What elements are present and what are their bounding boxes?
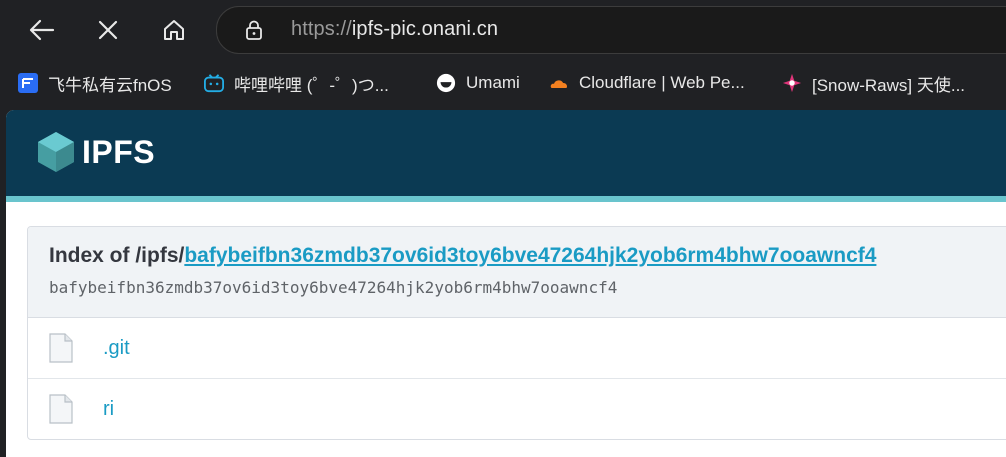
bookmark-label: [Snow-Raws] 天使... <box>812 75 966 95</box>
fnos-icon <box>18 73 38 93</box>
close-icon <box>98 20 118 40</box>
page-content: IPFS Index of /ipfs/bafybeifbn36zmdb37ov… <box>6 110 1006 457</box>
arrow-left-icon <box>29 19 55 41</box>
ipfs-header: IPFS <box>6 110 1006 196</box>
directory-listing: Index of /ipfs/bafybeifbn36zmdb37ov6id3t… <box>27 226 1006 440</box>
bookmark-snow-raws[interactable]: [Snow-Raws] 天使... <box>782 68 965 98</box>
header-accent-stripe <box>6 196 1006 202</box>
home-button[interactable] <box>154 10 194 50</box>
listing-header: Index of /ipfs/bafybeifbn36zmdb37ov6id3t… <box>28 227 1006 318</box>
cid-link[interactable]: bafybeifbn36zmdb37ov6id3toy6bve47264hjk2… <box>184 244 876 267</box>
bookmark-label: Cloudflare | Web Pe... <box>579 73 745 92</box>
ipfs-logo[interactable]: IPFS <box>36 130 155 174</box>
bookmark-label: 飞牛私有云fnOS <box>48 75 172 95</box>
list-item[interactable]: ri <box>28 379 1006 439</box>
file-icon <box>49 333 73 363</box>
browser-toolbar: https://ipfs-pic.onani.cn <box>0 0 1006 60</box>
home-icon <box>164 20 184 40</box>
bookmark-fnos[interactable]: 飞牛私有云fnOS <box>18 68 172 98</box>
list-item[interactable]: .git <box>28 318 1006 378</box>
bookmark-umami[interactable]: Umami <box>436 68 520 98</box>
file-icon <box>49 394 73 424</box>
address-bar[interactable]: https://ipfs-pic.onani.cn <box>216 6 1006 54</box>
umami-icon <box>436 73 456 93</box>
bookmarks-bar: 飞牛私有云fnOS 哔哩哔哩 (゜-゜)つ... Umami Cloudflar… <box>0 60 1006 106</box>
bookmark-label: Umami <box>466 73 520 92</box>
cloudflare-icon <box>549 73 569 93</box>
back-button[interactable] <box>22 10 62 50</box>
index-title: Index of /ipfs/bafybeifbn36zmdb37ov6id3t… <box>49 244 876 268</box>
bookmark-label: 哔哩哔哩 (゜-゜)つ... <box>234 75 389 95</box>
file-link[interactable]: .git <box>103 337 130 360</box>
index-prefix: Index of /ipfs/ <box>49 244 185 267</box>
ipfs-cube-icon <box>38 132 74 172</box>
bookmark-bilibili[interactable]: 哔哩哔哩 (゜-゜)つ... <box>204 68 389 98</box>
bilibili-icon <box>204 73 224 93</box>
file-link[interactable]: ri <box>103 398 114 421</box>
url-host: ipfs-pic.onani.cn <box>351 18 499 40</box>
snow-raws-icon <box>782 73 802 93</box>
cid-subtitle: bafybeifbn36zmdb37ov6id3toy6bve47264hjk2… <box>49 278 618 297</box>
lock-icon[interactable] <box>243 19 265 41</box>
url-text[interactable]: https://ipfs-pic.onani.cn <box>291 18 498 41</box>
url-protocol: https:// <box>291 18 352 40</box>
ipfs-logo-text: IPFS <box>82 133 156 170</box>
stop-button[interactable] <box>88 10 128 50</box>
bookmark-cloudflare[interactable]: Cloudflare | Web Pe... <box>549 68 745 98</box>
